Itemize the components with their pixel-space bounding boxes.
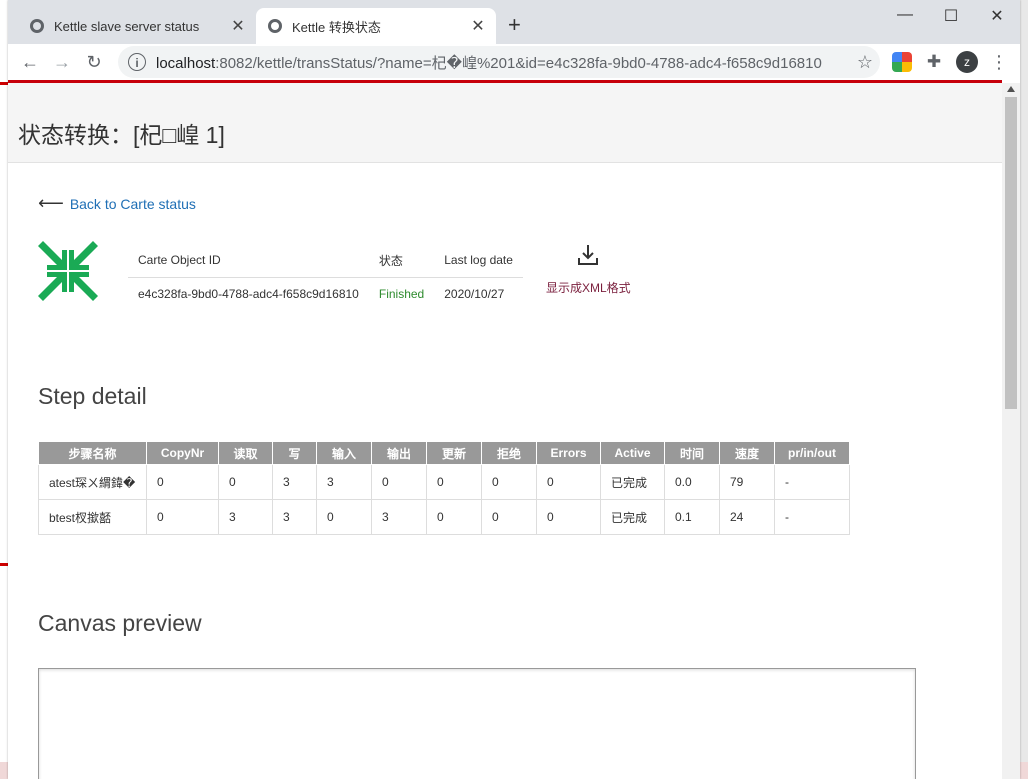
maximize-button[interactable]: ☐: [928, 6, 974, 26]
column-header: 时间: [664, 441, 720, 465]
step-detail-table: 步骤名称 CopyNr 读取 写 输入 输出 更新 拒绝 Errors Acti…: [38, 441, 850, 535]
url-text[interactable]: localhost:8082/kettle/transStatus/?name=…: [156, 52, 850, 73]
table-cell: 0.1: [664, 499, 720, 535]
step-name-cell: btest杈撳嚭: [38, 499, 147, 535]
step-name-cell: atest琛ㄨ緭鍏�: [38, 464, 147, 500]
canvas-preview-heading: Canvas preview: [38, 610, 202, 636]
puzzle-extensions-icon[interactable]: ✚: [924, 52, 944, 72]
table-row: atest琛ㄨ緭鍏� 0 0 3 3 0 0 0 0 已完成 0.0 79 -: [38, 464, 850, 500]
vertical-scrollbar[interactable]: [1002, 83, 1020, 779]
column-header: 拒绝: [481, 441, 537, 465]
status-value: Finished: [378, 287, 425, 301]
more-menu-icon[interactable]: ⋮: [990, 50, 1008, 74]
browser-toolbar: ← → ↻ i localhost:8082/kettle/transStatu…: [8, 44, 1020, 80]
table-cell: 0: [426, 499, 482, 535]
column-header: 速度: [719, 441, 775, 465]
table-row: btest杈撳嚭 0 3 3 0 3 0 0 0 已完成 0.1 24 -: [38, 499, 850, 535]
arrow-left-icon: ⟵: [38, 193, 64, 213]
forward-arrow-icon[interactable]: →: [50, 50, 74, 74]
table-cell: 3: [316, 464, 372, 500]
address-bar[interactable]: i localhost:8082/kettle/transStatus/?nam…: [118, 46, 880, 78]
minimize-button[interactable]: —: [882, 6, 928, 24]
table-cell: 3: [371, 499, 427, 535]
column-header: CopyNr: [146, 441, 219, 465]
page-content: 状态转换：[杞□崲 1] ⟵ Back to Carte status Cart…: [8, 83, 1002, 779]
download-icon: [546, 243, 631, 273]
tab-trans-status[interactable]: Kettle 转换状态 ✕: [256, 8, 496, 44]
bookmark-star-icon[interactable]: ☆: [850, 52, 880, 73]
table-cell: 0: [146, 499, 219, 535]
table-cell: -: [774, 499, 850, 535]
transformation-info-table: Carte Object ID 状态 Last log date e4c328f…: [128, 243, 523, 310]
table-cell: 3: [272, 464, 317, 500]
close-tab-icon[interactable]: ✕: [228, 16, 248, 36]
show-as-xml-link[interactable]: 显示成XML格式: [546, 243, 631, 296]
column-header: Carte Object ID: [128, 243, 369, 278]
tab-title: Kettle 转换状态: [292, 19, 381, 35]
column-header: 读取: [218, 441, 273, 465]
table-cell: 0: [146, 464, 219, 500]
profile-avatar[interactable]: z: [956, 51, 978, 73]
globe-icon: [268, 19, 282, 33]
object-id-value: e4c328fa-9bd0-4788-adc4-f658c9d16810: [138, 287, 359, 301]
table-cell: -: [774, 464, 850, 500]
info-icon[interactable]: i: [128, 53, 146, 71]
close-window-button[interactable]: ✕: [974, 6, 1020, 26]
back-to-carte-link[interactable]: ⟵ Back to Carte status: [38, 193, 196, 214]
tab-title: Kettle slave server status: [54, 18, 200, 34]
scroll-up-icon[interactable]: [1007, 86, 1015, 92]
column-header: 输出: [371, 441, 427, 465]
table-cell: 已完成: [600, 499, 665, 535]
table-cell: 0: [316, 499, 372, 535]
tab-strip: Kettle slave server status ✕ Kettle 转换状态…: [8, 0, 1020, 44]
table-cell: 24: [719, 499, 775, 535]
new-tab-button[interactable]: +: [508, 14, 521, 36]
reload-icon[interactable]: ↻: [82, 50, 106, 74]
table-cell: 79: [719, 464, 775, 500]
page-header: 状态转换：[杞□崲 1]: [8, 83, 1002, 163]
tab-slave-server-status[interactable]: Kettle slave server status ✕: [18, 8, 256, 44]
table-cell: 0: [426, 464, 482, 500]
table-cell: 0: [536, 499, 601, 535]
column-header: 更新: [426, 441, 482, 465]
close-tab-icon[interactable]: ✕: [468, 16, 488, 36]
table-cell: 3: [218, 499, 273, 535]
table-cell: 0: [218, 464, 273, 500]
canvas-preview-area[interactable]: [38, 668, 916, 779]
column-header: 写: [272, 441, 317, 465]
last-log-date-value: 2020/10/27: [444, 287, 505, 301]
browser-window: Kettle slave server status ✕ Kettle 转换状态…: [8, 0, 1020, 779]
table-cell: 0: [481, 464, 537, 500]
back-arrow-icon[interactable]: ←: [18, 50, 42, 74]
globe-icon: [30, 19, 44, 33]
column-header: Last log date: [434, 243, 523, 278]
column-header: Active: [600, 441, 665, 465]
step-detail-heading: Step detail: [38, 383, 147, 409]
table-cell: 0: [536, 464, 601, 500]
column-header: pr/in/out: [774, 441, 850, 465]
column-header: 输入: [316, 441, 372, 465]
scrollbar-thumb[interactable]: [1005, 97, 1017, 409]
table-cell: 已完成: [600, 464, 665, 500]
extension-icon[interactable]: [892, 52, 912, 72]
table-cell: 3: [272, 499, 317, 535]
table-cell: 0: [481, 499, 537, 535]
xml-link-label: 显示成XML格式: [546, 281, 631, 295]
column-header: Errors: [536, 441, 601, 465]
column-header: 状态: [368, 243, 435, 278]
table-cell: 0: [371, 464, 427, 500]
page-title: 状态转换：[杞□崲 1]: [18, 122, 225, 148]
column-header: 步骤名称: [38, 441, 147, 465]
table-cell: 0.0: [664, 464, 720, 500]
back-link-label: Back to Carte status: [69, 195, 196, 212]
compress-arrows-logo-icon: [38, 241, 98, 301]
